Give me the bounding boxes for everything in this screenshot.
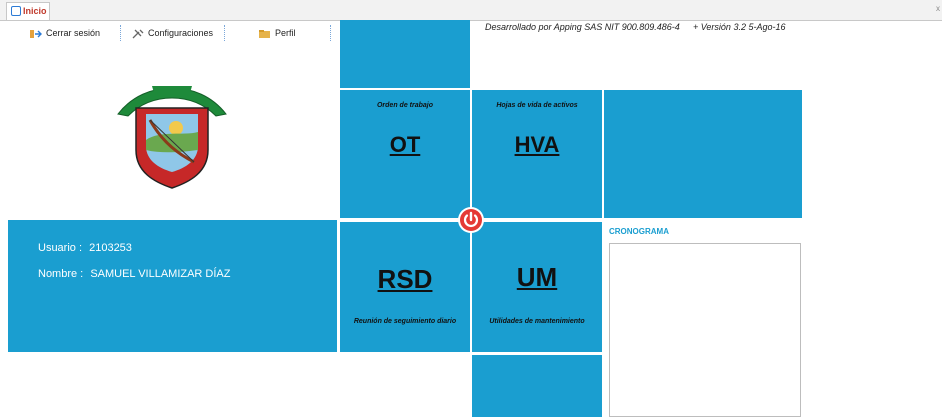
logout-button[interactable]: Cerrar sesión — [30, 25, 100, 41]
logout-label: Cerrar sesión — [46, 28, 101, 38]
municipal-crest-logo — [117, 86, 227, 189]
tile-rsd-code: RSD — [377, 264, 433, 294]
profile-label: Perfil — [275, 28, 296, 38]
menu-separator — [330, 25, 331, 41]
settings-button[interactable]: Configuraciones — [132, 25, 213, 41]
tile-orden-de-trabajo[interactable]: Orden de trabajo OT — [340, 90, 470, 218]
user-name-row: Nombre : SAMUEL VILLAMIZAR DÍAZ — [38, 268, 231, 280]
tile-blank-bottom — [472, 355, 602, 417]
user-id-label: Usuario : — [38, 242, 83, 254]
home-icon — [11, 6, 21, 16]
user-name-value: SAMUEL VILLAMIZAR DÍAZ — [90, 268, 231, 280]
tab-bar: Inicio x — [0, 0, 942, 21]
menu-separator — [224, 25, 225, 41]
tools-icon — [132, 29, 144, 39]
tile-ot-caption: Orden de trabajo — [376, 102, 433, 109]
tab-inicio[interactable]: Inicio — [6, 2, 50, 20]
profile-button[interactable]: Perfil — [259, 25, 296, 41]
menu-separator — [120, 25, 121, 41]
user-id-value: 2103253 — [89, 242, 132, 254]
tile-um-code: UM — [516, 262, 558, 292]
power-icon — [460, 209, 482, 231]
folder-icon — [259, 29, 270, 38]
tile-hojas-de-vida[interactable]: Hojas de vida de activos HVA — [472, 90, 602, 218]
user-id-row: Usuario : 2103253 — [38, 242, 132, 254]
tab-inicio-label: Inicio — [23, 6, 47, 16]
tile-blank-top — [340, 20, 470, 88]
tile-hva-caption: Hojas de vida de activos — [496, 102, 578, 109]
logout-icon — [30, 29, 42, 38]
user-name-label: Nombre : — [38, 268, 84, 280]
tile-blank-right — [604, 90, 802, 218]
tile-rsd-caption: Reunión de seguimiento diario — [353, 318, 457, 325]
tile-ot-code: OT — [389, 132, 421, 157]
tile-utilidades-mantenimiento[interactable]: UM Utilidades de mantenimiento — [472, 222, 602, 352]
tile-reunion-seguimiento[interactable]: RSD Reunión de seguimiento diario — [340, 222, 470, 352]
close-icon[interactable]: x — [936, 4, 940, 13]
tile-hva-code: HVA — [514, 132, 560, 157]
settings-label: Configuraciones — [148, 28, 214, 38]
user-info-panel: Usuario : 2103253 Nombre : SAMUEL VILLAM… — [8, 220, 337, 352]
version-info: + Versión 3.2 5-Ago-16 — [693, 22, 786, 32]
tile-um-caption: Utilidades de mantenimiento — [489, 318, 585, 325]
developer-info: Desarrollado por Apping SAS NIT 900.809.… — [485, 22, 680, 32]
power-button[interactable] — [458, 207, 484, 233]
cronograma-title: CRONOGRAMA — [609, 227, 669, 236]
cronograma-panel[interactable] — [609, 243, 801, 417]
